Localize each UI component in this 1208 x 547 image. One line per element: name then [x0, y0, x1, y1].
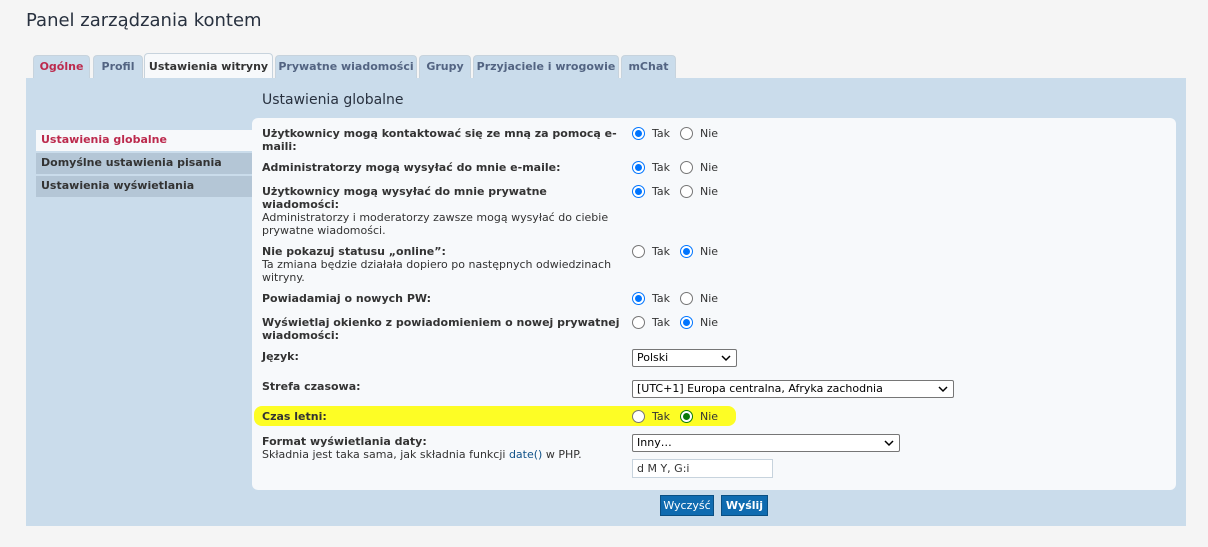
- radio-no[interactable]: [680, 185, 693, 198]
- radio-no[interactable]: [680, 316, 693, 329]
- date-format-note-text: Składnia jest taka sama, jak składnia fu…: [262, 448, 509, 461]
- submit-button[interactable]: Wyślij: [721, 495, 768, 516]
- setting-note: Administratorzy i moderatorzy zawsze mog…: [262, 211, 609, 237]
- tab-mchat[interactable]: mChat: [621, 55, 676, 79]
- setting-note: Ta zmiana będzie działała dopiero po nas…: [262, 258, 612, 284]
- radio-yes-label: Tak: [652, 410, 671, 423]
- setting-label-text: Powiadamiaj o nowych PW:: [262, 292, 432, 305]
- chevron-down-icon: [721, 355, 731, 362]
- timezone-label: Strefa czasowa:: [262, 380, 361, 393]
- date-format-note: Składnia jest taka sama, jak składnia fu…: [262, 448, 622, 461]
- tab-groups[interactable]: Grupy: [419, 55, 471, 79]
- timezone-select-value: [UTC+1] Europa centralna, Afryka zachodn…: [637, 382, 883, 395]
- radio-no-label: Nie: [700, 127, 719, 140]
- radio-no-label: Nie: [700, 410, 719, 423]
- radio-no-label: Nie: [700, 245, 719, 258]
- timezone-select[interactable]: [UTC+1] Europa centralna, Afryka zachodn…: [632, 380, 954, 398]
- language-label: Język:: [262, 350, 299, 363]
- radio-yes-label: Tak: [652, 316, 671, 329]
- section-heading: Ustawienia globalne: [262, 92, 404, 108]
- radio-yes[interactable]: [632, 161, 645, 174]
- sidebar-item-posting-defaults[interactable]: Domyślne ustawienia pisania: [36, 153, 252, 174]
- radio-yes-label: Tak: [652, 161, 671, 174]
- page-footer-strip: [0, 526, 1208, 547]
- radio-yes[interactable]: [632, 316, 645, 329]
- radio-yes[interactable]: [632, 245, 645, 258]
- reset-button[interactable]: Wyczyść: [660, 495, 714, 516]
- page: Panel zarządzania kontem Ogólne Profil U…: [0, 0, 1208, 547]
- radio-yes[interactable]: [632, 185, 645, 198]
- tab-site-settings[interactable]: Ustawienia witryny: [144, 53, 273, 80]
- setting-label-hide-online: Nie pokazuj statusu „online”: Ta zmiana …: [262, 245, 627, 284]
- radio-no[interactable]: [680, 245, 693, 258]
- setting-label-allow-email: Użytkownicy mogą kontaktować się ze mną …: [262, 127, 627, 153]
- date-format-label-text: Format wyświetlania daty:: [262, 435, 427, 448]
- chevron-down-icon: [884, 440, 894, 447]
- sidebar-item-display[interactable]: Ustawienia wyświetlania: [36, 176, 252, 197]
- radio-yes[interactable]: [632, 127, 645, 140]
- page-title: Panel zarządzania kontem: [26, 10, 262, 31]
- date-format-select[interactable]: Inny…: [632, 434, 900, 452]
- setting-label-text: Administratorzy mogą wysyłać do mnie e-m…: [262, 161, 561, 174]
- setting-label-text: Wyświetlaj okienko z powiadomieniem o no…: [262, 316, 620, 342]
- setting-label-allow-pm: Użytkownicy mogą wysyłać do mnie prywatn…: [262, 185, 608, 237]
- setting-label-notify-pm: Powiadamiaj o nowych PW:: [262, 292, 627, 305]
- radio-yes-label: Tak: [652, 127, 671, 140]
- radio-yes-label: Tak: [652, 292, 671, 305]
- radio-yes[interactable]: [632, 292, 645, 305]
- setting-label-popup-pm: Wyświetlaj okienko z powiadomieniem o no…: [262, 316, 627, 342]
- radio-no[interactable]: [680, 292, 693, 305]
- language-select[interactable]: Polski: [632, 349, 737, 367]
- radio-no[interactable]: [680, 127, 693, 140]
- setting-label-admin-email: Administratorzy mogą wysyłać do mnie e-m…: [262, 161, 627, 174]
- tab-profile[interactable]: Profil: [93, 55, 143, 79]
- setting-label-text: Użytkownicy mogą wysyłać do mnie prywatn…: [262, 185, 547, 211]
- php-date-link[interactable]: date(): [509, 448, 542, 461]
- radio-no[interactable]: [680, 410, 693, 423]
- radio-yes-label: Tak: [652, 245, 671, 258]
- radio-no-label: Nie: [700, 161, 719, 174]
- radio-no[interactable]: [680, 161, 693, 174]
- tab-friends-foes[interactable]: Przyjaciele i wrogowie: [473, 55, 619, 79]
- tab-general[interactable]: Ogólne: [33, 55, 90, 79]
- date-format-input[interactable]: d M Y, G:i: [632, 459, 773, 478]
- dst-label: Czas letni:: [262, 410, 327, 423]
- chevron-down-icon: [938, 386, 948, 393]
- date-format-note-suffix: w PHP.: [542, 448, 582, 461]
- setting-label-text: Użytkownicy mogą kontaktować się ze mną …: [262, 127, 617, 153]
- radio-no-label: Nie: [700, 316, 719, 329]
- language-select-value: Polski: [637, 351, 669, 364]
- setting-label-text: Nie pokazuj statusu „online”:: [262, 245, 446, 258]
- radio-yes[interactable]: [632, 410, 645, 423]
- radio-yes-label: Tak: [652, 185, 671, 198]
- date-format-select-value: Inny…: [637, 436, 672, 449]
- tab-private-messages[interactable]: Prywatne wiadomości: [275, 55, 417, 79]
- sidebar-item-global[interactable]: Ustawienia globalne: [36, 130, 252, 151]
- radio-no-label: Nie: [700, 185, 719, 198]
- radio-no-label: Nie: [700, 292, 719, 305]
- date-format-label: Format wyświetlania daty: Składnia jest …: [262, 435, 622, 461]
